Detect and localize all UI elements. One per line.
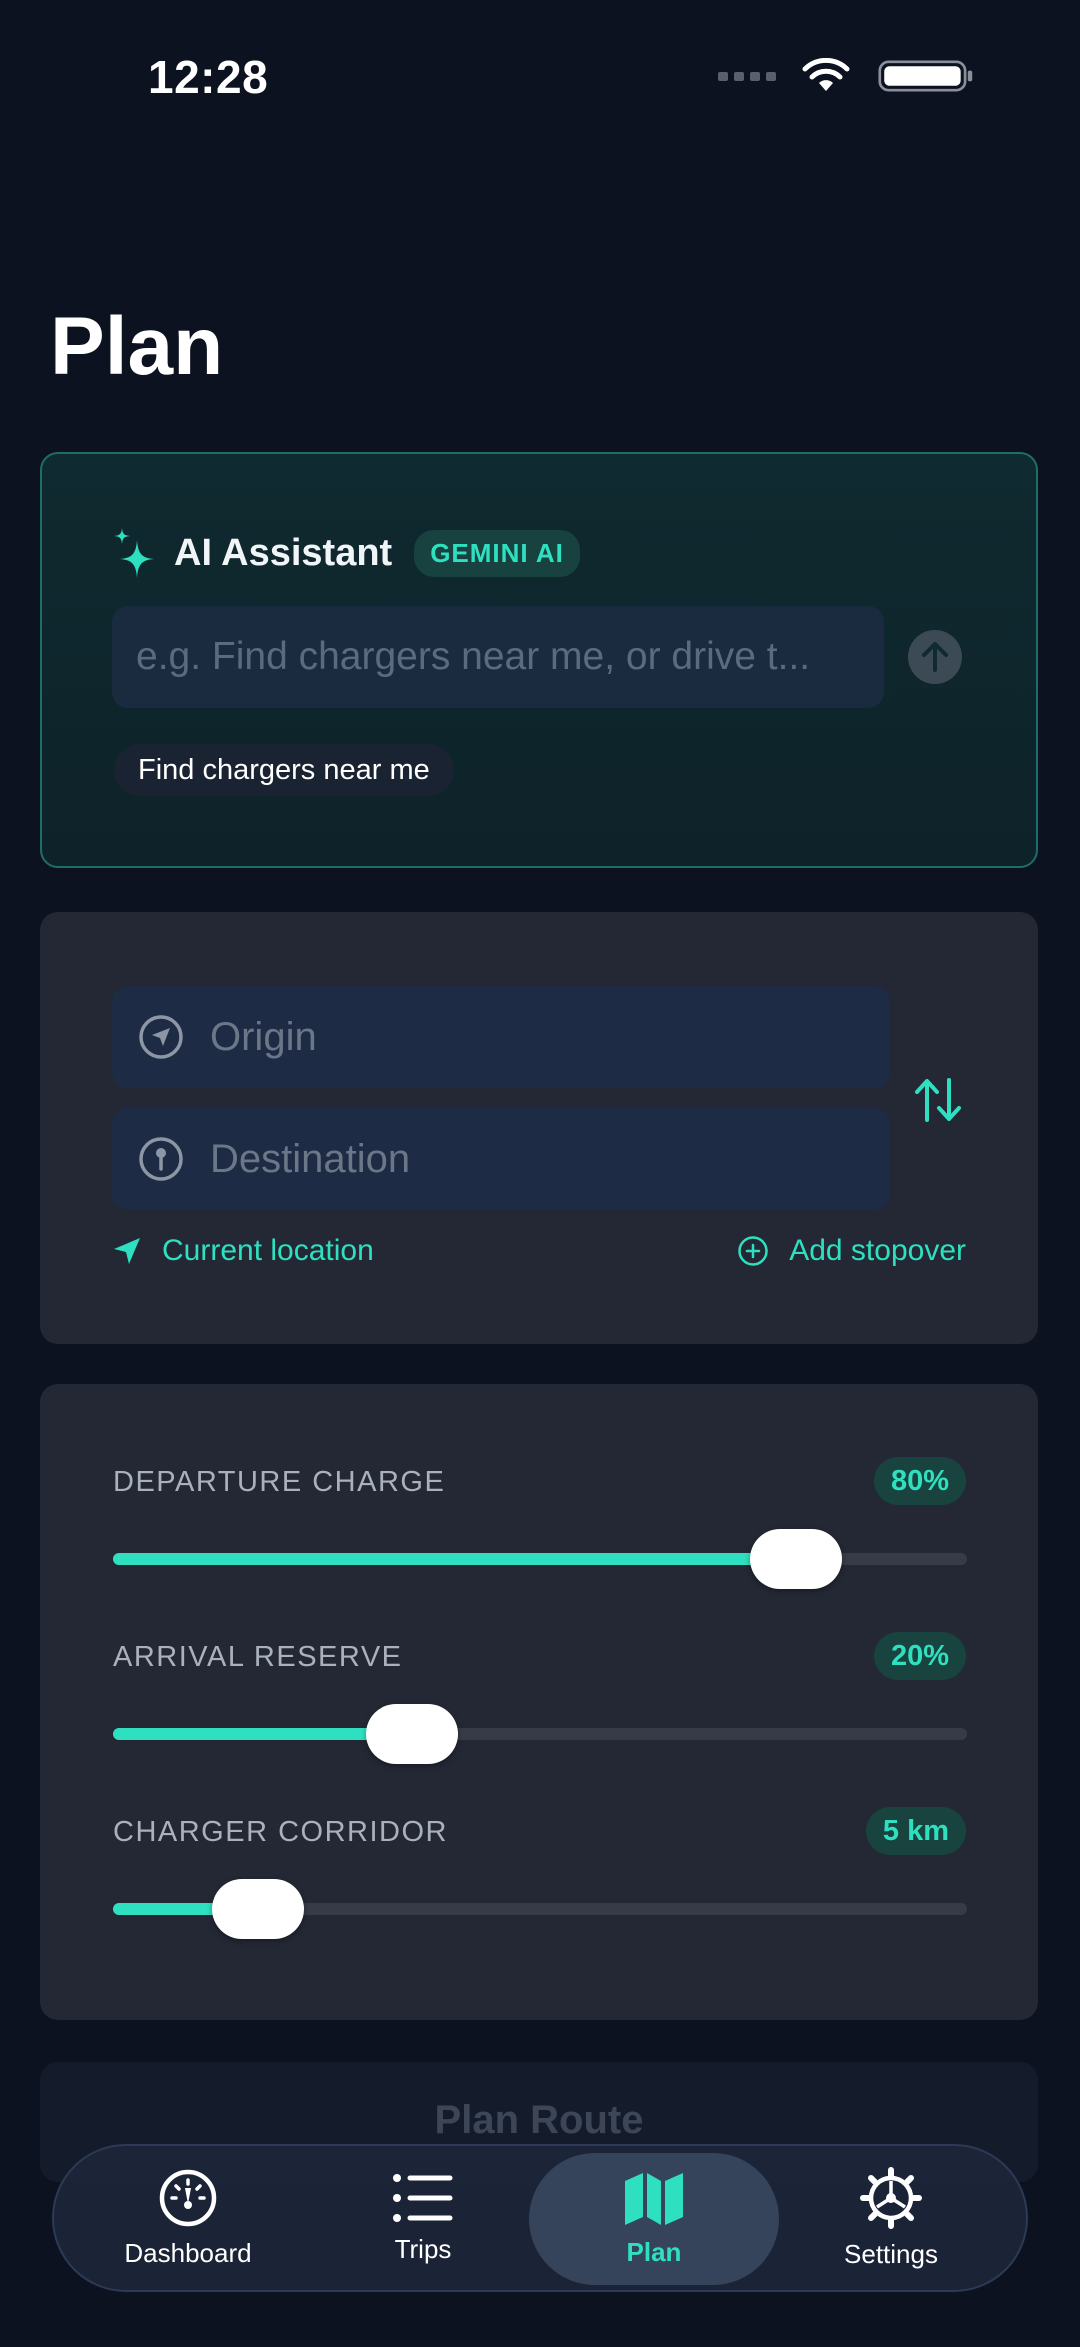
arrow-up-icon (922, 642, 948, 672)
origin-input[interactable] (208, 1013, 832, 1061)
battery-icon (878, 60, 973, 92)
map-icon (625, 2172, 683, 2225)
tab-trips[interactable]: Trips (298, 2148, 548, 2288)
tab-label: Trips (394, 2233, 452, 2264)
destination-field[interactable] (112, 1108, 890, 1210)
status-time: 12:28 (148, 51, 269, 103)
slider-thumb[interactable] (365, 1704, 458, 1764)
tab-settings[interactable]: Settings (766, 2148, 1016, 2288)
sparkle-icon (114, 528, 154, 578)
add-stopover-button[interactable]: Add stopover (737, 1234, 966, 1268)
departure-charge-slider[interactable] (113, 1529, 967, 1589)
tab-dashboard[interactable]: Dashboard (63, 2148, 313, 2288)
navigation-arrow-icon (139, 1015, 183, 1059)
list-icon (393, 2173, 453, 2222)
tab-label: Plan (626, 2236, 682, 2267)
tab-plan[interactable]: Plan (529, 2153, 779, 2285)
arrival-reserve-value: 20% (873, 1632, 966, 1680)
cellular-signal-icon (718, 71, 776, 81)
slider-thumb[interactable] (750, 1529, 843, 1589)
status-icons (718, 58, 980, 94)
add-stopover-label: Add stopover (789, 1234, 966, 1267)
arrival-reserve-slider[interactable] (113, 1704, 967, 1764)
plus-circle-icon (738, 1236, 768, 1266)
departure-charge-value: 80% (873, 1457, 966, 1505)
pin-icon (139, 1137, 183, 1181)
destination-input[interactable] (208, 1135, 832, 1183)
slider-thumb[interactable] (212, 1879, 305, 1939)
current-location-label: Current location (162, 1234, 374, 1267)
wifi-icon (802, 58, 850, 91)
suggestion-chip[interactable]: Find chargers near me (114, 744, 454, 796)
swap-button[interactable] (908, 1070, 968, 1130)
ai-assistant-title: AI Assistant (174, 531, 393, 574)
location-arrow-icon (114, 1238, 140, 1264)
slider-fill (113, 1553, 797, 1565)
origin-field[interactable] (112, 986, 890, 1088)
ai-prompt-input[interactable] (112, 606, 884, 708)
tab-label: Dashboard (124, 2237, 252, 2268)
charger-corridor-value: 5 km (865, 1807, 966, 1855)
charger-corridor-label: CHARGER CORRIDOR (113, 1816, 448, 1848)
current-location-button[interactable]: Current location (112, 1234, 374, 1268)
departure-charge-label: DEPARTURE CHARGE (113, 1466, 446, 1498)
tab-label: Settings (844, 2238, 938, 2269)
gear-icon (860, 2166, 922, 2229)
swap-vertical-icon (915, 1078, 961, 1122)
send-button[interactable] (908, 630, 962, 684)
charger-corridor-slider[interactable] (113, 1879, 967, 1939)
gemini-badge: GEMINI AI (414, 529, 580, 577)
page-title: Plan (50, 301, 224, 392)
arrival-reserve-label: ARRIVAL RESERVE (113, 1641, 403, 1673)
gauge-icon (159, 2169, 217, 2226)
ai-assistant-header: AI Assistant GEMINI AI (114, 528, 580, 578)
